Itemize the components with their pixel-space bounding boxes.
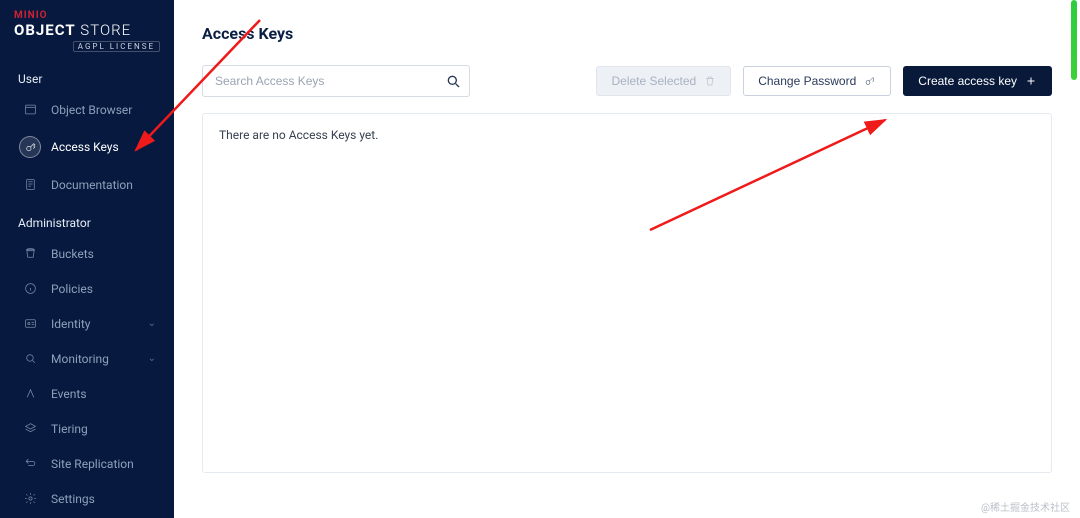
button-label: Create access key: [918, 74, 1017, 88]
nav-section-user: User: [0, 58, 174, 92]
brand-word-object: OBJECT: [14, 21, 76, 39]
replicate-icon: [22, 455, 39, 472]
sidebar-item-label: Identity: [51, 317, 90, 331]
toolbar: Delete Selected Change Password Create a…: [174, 55, 1080, 107]
sidebar-item-label: Access Keys: [51, 140, 119, 154]
sidebar-item-events[interactable]: Events: [0, 376, 174, 411]
page-title: Access Keys: [202, 24, 1052, 43]
info-icon: [22, 280, 39, 297]
sidebar-item-settings[interactable]: Settings: [0, 481, 174, 516]
nav-section-administrator: Administrator: [0, 202, 174, 236]
doc-icon: [22, 176, 39, 193]
sidebar-item-label: Tiering: [51, 422, 88, 436]
id-icon: [22, 315, 39, 332]
brand-word-store: STORE: [80, 21, 131, 39]
create-access-key-button[interactable]: Create access key: [903, 66, 1052, 96]
chevron-down-icon: ⌄: [148, 318, 156, 329]
monitoring-icon: [22, 350, 39, 367]
button-label: Delete Selected: [611, 74, 696, 88]
main-content: Access Keys Delete Selected Change Passw…: [174, 0, 1080, 518]
key-badge-icon: [19, 136, 41, 158]
sidebar-item-label: Buckets: [51, 247, 94, 261]
sidebar-item-access-keys[interactable]: Access Keys: [0, 127, 174, 167]
sidebar-item-tiering[interactable]: Tiering: [0, 411, 174, 446]
layers-icon: [22, 420, 39, 437]
sidebar-item-policies[interactable]: Policies: [0, 271, 174, 306]
change-password-button[interactable]: Change Password: [743, 66, 891, 96]
sidebar-item-identity[interactable]: Identity ⌄: [0, 306, 174, 341]
chevron-down-icon: ⌄: [148, 353, 156, 364]
brand-logo: MINIO OBJECT STORE AGPL LICENSE: [0, 0, 174, 58]
sidebar-item-label: Monitoring: [51, 352, 109, 366]
trash-icon: [704, 75, 716, 87]
access-keys-list: There are no Access Keys yet.: [202, 113, 1052, 473]
gear-icon: [22, 490, 39, 507]
button-label: Change Password: [758, 74, 856, 88]
scrollbar-indicator: [1071, 0, 1077, 80]
browser-icon: [22, 101, 39, 118]
key-icon: [864, 75, 876, 87]
search-input[interactable]: [202, 65, 470, 97]
bucket-icon: [22, 245, 39, 262]
brand-line1: MINIO: [14, 10, 160, 21]
search-wrap: [202, 65, 470, 97]
sidebar-item-documentation[interactable]: Documentation: [0, 167, 174, 202]
sidebar-item-label: Settings: [51, 492, 95, 506]
app-root: MINIO OBJECT STORE AGPL LICENSE User Obj…: [0, 0, 1080, 518]
empty-state-message: There are no Access Keys yet.: [219, 128, 1035, 142]
search-icon: [445, 73, 461, 89]
sidebar-item-label: Documentation: [51, 178, 133, 192]
watermark: @稀土掘金技术社区: [981, 499, 1070, 514]
page-header: Access Keys: [174, 0, 1080, 55]
plus-icon: [1025, 75, 1037, 87]
sidebar-item-monitoring[interactable]: Monitoring ⌄: [0, 341, 174, 376]
lambda-icon: [22, 385, 39, 402]
brand-line2: OBJECT STORE: [14, 21, 160, 39]
sidebar-item-label: Site Replication: [51, 457, 134, 471]
license-badge: AGPL LICENSE: [73, 41, 160, 52]
search-button[interactable]: [442, 70, 464, 92]
sidebar: MINIO OBJECT STORE AGPL LICENSE User Obj…: [0, 0, 174, 518]
sidebar-item-label: Object Browser: [51, 103, 132, 117]
sidebar-item-label: Events: [51, 387, 87, 401]
delete-selected-button: Delete Selected: [596, 66, 731, 96]
sidebar-item-site-replication[interactable]: Site Replication: [0, 446, 174, 481]
sidebar-item-buckets[interactable]: Buckets: [0, 236, 174, 271]
sidebar-item-object-browser[interactable]: Object Browser: [0, 92, 174, 127]
sidebar-item-label: Policies: [51, 282, 93, 296]
